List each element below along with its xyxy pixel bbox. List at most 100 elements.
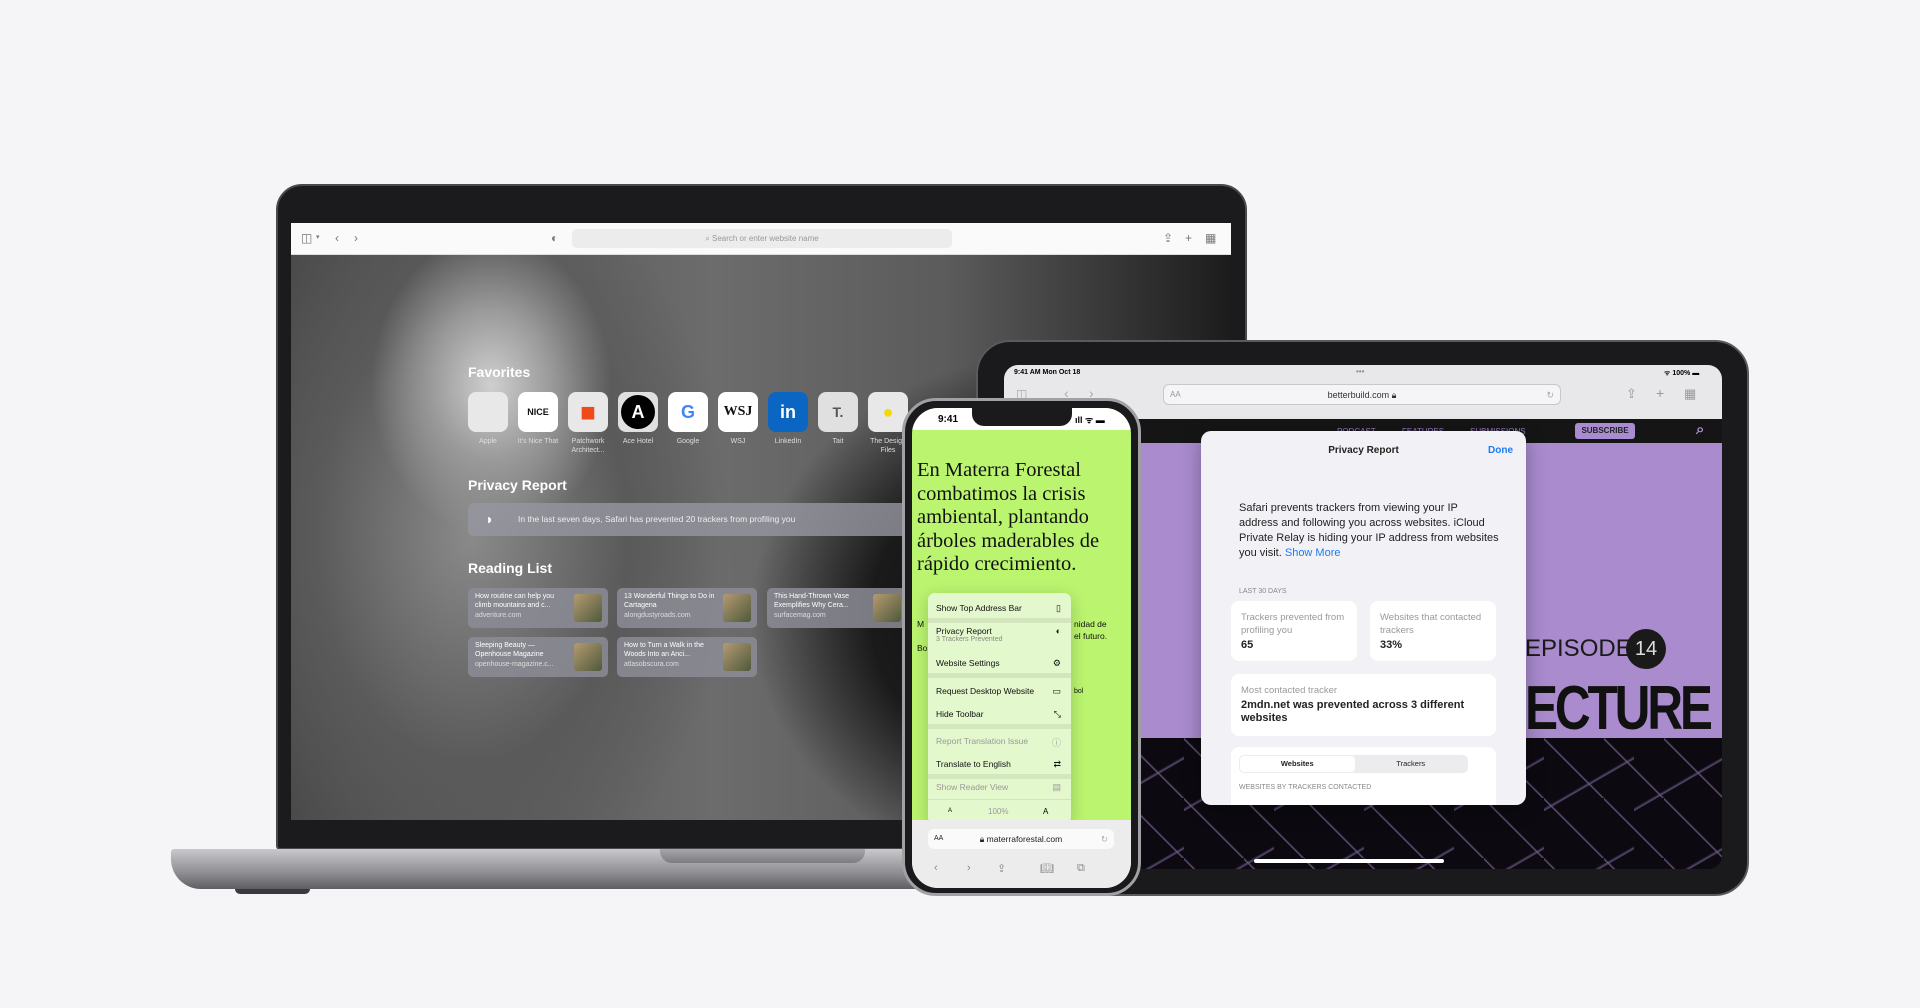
back-icon[interactable]: ‹ (934, 862, 938, 874)
address-bar[interactable]: AA 🔒︎ materraforestal.com ↻ (928, 829, 1114, 849)
zoom-level: 100% (988, 807, 1009, 816)
share-icon[interactable]: ⇪ (1163, 231, 1173, 245)
menu-show-reader-view[interactable]: Show Reader View ▤ (928, 782, 1071, 792)
menu-request-desktop-website[interactable]: Request Desktop Website ▭ (928, 686, 1071, 696)
url-text: materraforestal.com (986, 834, 1063, 844)
phone-icon: ▯ (1056, 603, 1061, 613)
menu-show-top-address-bar[interactable]: Show Top Address Bar ▯ (928, 603, 1071, 613)
favorite-tait[interactable]: T. Tait (816, 392, 860, 446)
menu-hide-toolbar[interactable]: Hide Toolbar ⤡ (928, 709, 1071, 719)
favorite-google[interactable]: G Google (666, 392, 710, 446)
privacy-report-sheet: Privacy Report Done Safari prevents trac… (1201, 431, 1526, 805)
menu-label: Show Reader View (936, 782, 1009, 792)
sheet-title: Privacy Report (1328, 445, 1399, 456)
favorite-label: Ace Hotel (622, 438, 654, 445)
reading-item-title: This Hand-Thrown Vase Exemplifies Why Ce… (774, 593, 849, 609)
favorite-icon: WSJ (718, 392, 758, 432)
chevron-right-icon[interactable]: › (354, 231, 358, 245)
favorite-label: Apple (479, 438, 497, 445)
home-indicator (1254, 859, 1444, 863)
body-text: M (917, 619, 925, 629)
reading-list-item[interactable]: This Hand-Thrown Vase Exemplifies Why Ce… (767, 588, 907, 628)
lock-icon: 🔒︎ (979, 834, 985, 844)
favorite-label: It's Nice That (517, 438, 559, 445)
body-text: el futuro. (1074, 631, 1108, 641)
menu-privacy-report[interactable]: Privacy Report 3 Trackers Prevented ◐ (928, 626, 1071, 643)
subscribe-button[interactable]: SUBSCRIBE (1575, 423, 1635, 439)
favorite-it-s-nice-that[interactable]: NICE It's Nice That (516, 392, 560, 446)
favorite-label: WSJ (730, 438, 746, 445)
battery-percent: 100% (1672, 370, 1691, 377)
forward-icon[interactable]: › (967, 862, 971, 874)
address-bar[interactable]: AA betterbuild.com 🔒︎ ↻ (1163, 384, 1561, 405)
reading-list-item[interactable]: How routine can help you climb mountains… (468, 588, 608, 628)
bookmarks-icon[interactable]: 📖︎ (1040, 862, 1054, 875)
menu-translate-to-english[interactable]: Translate to English ⇄ (928, 759, 1071, 769)
favorite-icon: in (768, 392, 808, 432)
stat-trackers-prevented: Trackers prevented from profiling you 65 (1231, 601, 1357, 661)
favorite-patchwork-architect-[interactable]: ■ Patchwork Architect... (566, 392, 610, 455)
favorite-icon: A (618, 392, 658, 432)
zoom-in-button[interactable]: A (1043, 807, 1048, 816)
info-icon: ⓘ (1051, 738, 1061, 748)
tab-overview-icon[interactable]: ▦ (1684, 386, 1696, 402)
stat-value: 65 (1241, 639, 1254, 651)
reading-item-title: Sleeping Beauty — Openhouse Magazine (475, 642, 544, 658)
plus-icon[interactable]: + (1656, 385, 1664, 401)
privacy-report-heading: Privacy Report (468, 477, 567, 493)
zoom-out-button[interactable]: A (948, 808, 952, 814)
reading-item-thumbnail (723, 594, 751, 622)
stat-value: 33% (1380, 639, 1403, 651)
stat-label: Websites that contacted trackers (1380, 612, 1482, 636)
resize-arrows-icon: ⤡ (1053, 709, 1061, 719)
share-icon[interactable]: ⇪ (1626, 386, 1637, 402)
text-size-button[interactable]: AA (934, 829, 943, 849)
segmented-control: Websites Trackers (1239, 755, 1468, 773)
favorite-wsj[interactable]: WSJ WSJ (716, 392, 760, 446)
chevron-left-icon[interactable]: ‹ (335, 231, 339, 245)
search-placeholder: Search or enter website name (711, 234, 819, 243)
more-dots-icon[interactable]: ••• (1356, 367, 1364, 376)
menu-website-settings[interactable]: Website Settings ⚙ (928, 658, 1071, 668)
search-icon[interactable]: ⌕ (1696, 421, 1704, 438)
favorite-linkedin[interactable]: in LinkedIn (766, 392, 810, 446)
body-text: nidad de (1074, 619, 1107, 629)
tabs-icon[interactable]: ⧉ (1077, 862, 1085, 875)
status-time: 9:41 AM Mon Oct 18 (1014, 369, 1081, 376)
hero-headline: ECTURE (1525, 674, 1713, 743)
text-size-button[interactable]: AA (1170, 385, 1181, 405)
menu-label: Translate to English (936, 759, 1011, 769)
search-input[interactable]: ⌕ Search or enter website name (572, 229, 952, 248)
segment-websites[interactable]: Websites (1240, 756, 1355, 772)
episode-label: EPISODE (1525, 635, 1632, 662)
reading-list-item[interactable]: How to Turn a Walk in the Woods Into an … (617, 637, 757, 677)
favorite-icon: NICE (518, 392, 558, 432)
shield-icon: ◐ (1055, 626, 1061, 636)
favorite-label: Tait (832, 438, 844, 445)
favorite-ace-hotel[interactable]: A Ace Hotel (616, 392, 660, 446)
done-button[interactable]: Done (1488, 445, 1513, 456)
stat-label: Trackers prevented from profiling you (1241, 612, 1345, 636)
stat-websites-contacted: Websites that contacted trackers 33% (1370, 601, 1496, 661)
plus-icon[interactable]: + (1185, 231, 1192, 245)
sidebar-icon[interactable]: ◫ (301, 231, 312, 245)
tab-overview-icon[interactable]: ▦ (1205, 231, 1216, 245)
privacy-report-summary[interactable]: ◑ In the last seven days, Safari has prev… (468, 503, 908, 536)
body-text: Bo (917, 643, 928, 653)
share-icon[interactable]: ⇪ (997, 862, 1006, 875)
segment-trackers[interactable]: Trackers (1354, 755, 1469, 773)
macbook-trackpad-notch (660, 849, 865, 863)
chevron-down-icon[interactable]: ▾ (316, 233, 320, 241)
episode-number: 14 (1626, 629, 1666, 669)
reading-list-item[interactable]: 13 Wonderful Things to Do in Cartagena al… (617, 588, 757, 628)
shield-icon[interactable]: ◐ (551, 231, 558, 245)
show-more-link[interactable]: Show More (1285, 547, 1341, 559)
reading-list-item[interactable]: Sleeping Beauty — Openhouse Magazine open… (468, 637, 608, 677)
menu-report-translation-issue[interactable]: Report Translation Issue ⓘ (928, 736, 1071, 748)
reload-icon[interactable]: ↻ (1546, 385, 1554, 405)
reload-icon[interactable]: ↻ (1101, 829, 1108, 849)
url-text: betterbuild.com (1327, 390, 1390, 400)
reader-icon: ▤ (1052, 782, 1061, 792)
favorite-apple[interactable]: Apple (466, 392, 510, 446)
websites-trackers-panel: Websites Trackers WEBSITES BY TRACKERS C… (1231, 747, 1496, 805)
